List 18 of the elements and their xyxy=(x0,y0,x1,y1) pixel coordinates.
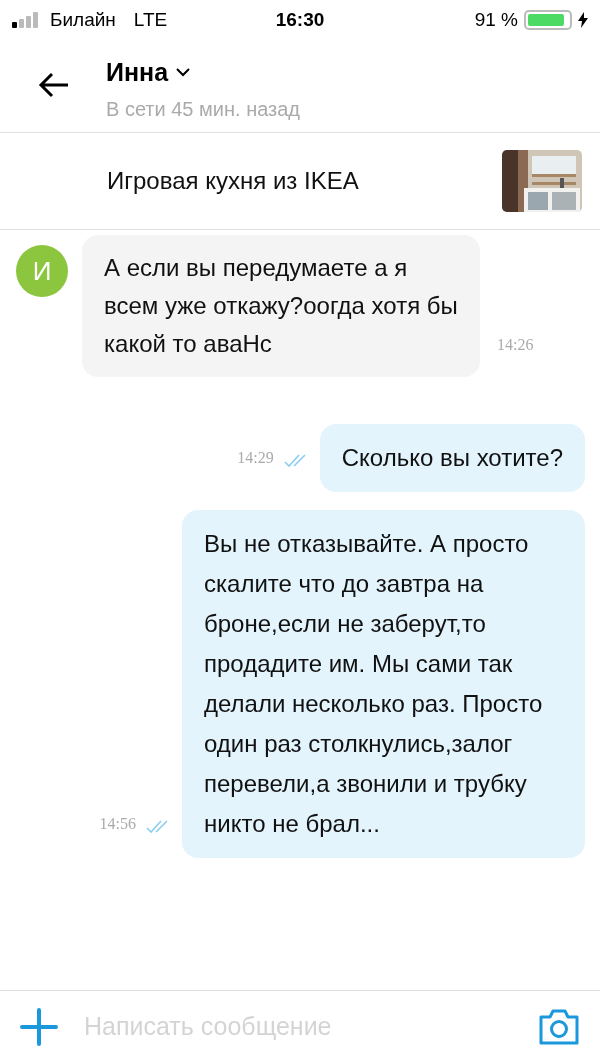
message-bubble: Вы не отказывайте. А просто скалите что до завтра на броне,если не заберут,то продадите им. Мы сами так делали несколько раз. Просто один раз столкнулись,залог перевели,а звонили и трубку никто не брал... xyxy=(182,510,585,858)
camera-icon[interactable] xyxy=(538,1008,580,1046)
network-type: LTE xyxy=(133,7,168,32)
battery-percent: 91 % xyxy=(474,7,518,32)
message-time: 14:56 xyxy=(99,814,136,834)
plus-icon[interactable] xyxy=(20,1008,58,1046)
clock: 16:30 xyxy=(275,7,325,32)
message-bubble: А если вы передумаете а я всем уже откажу?оогда хотя бы какой то аваНс xyxy=(82,235,480,377)
contact-name[interactable]: Инна xyxy=(106,54,169,92)
online-status: В сети 45 мин. назад xyxy=(106,96,301,122)
message-bubble: Сколько вы хотите? xyxy=(319,424,585,492)
carrier-name: Билайн xyxy=(50,7,116,32)
chevron-down-icon[interactable] xyxy=(176,68,191,78)
back-arrow-icon[interactable] xyxy=(38,72,70,98)
battery-icon xyxy=(524,10,572,30)
message-time: 14:26 xyxy=(497,335,534,355)
listing-title[interactable]: Игровая кухня из IKEA xyxy=(107,163,502,199)
message-time: 14:29 xyxy=(237,448,274,468)
